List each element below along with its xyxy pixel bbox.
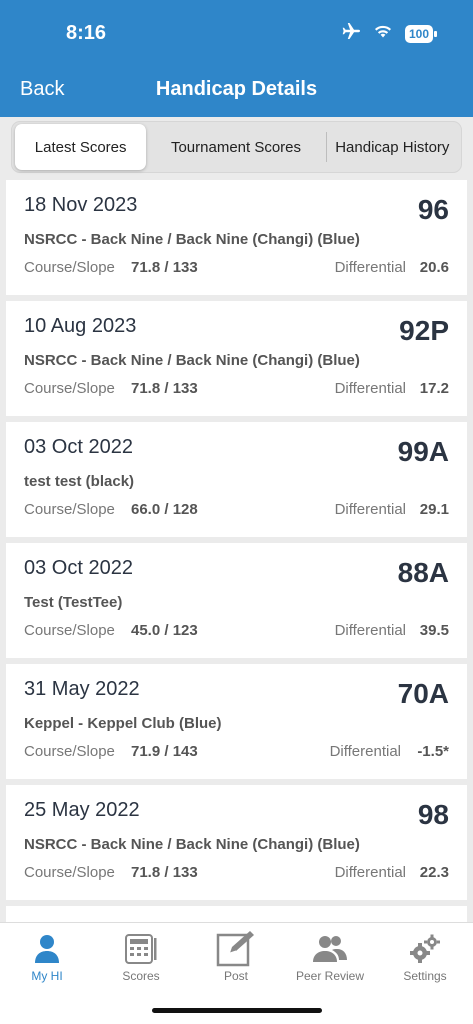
course-slope-label: Course/Slope: [24, 259, 115, 276]
tab-scores[interactable]: Scores: [94, 923, 188, 993]
course-name: NSRCC - Back Nine / Back Nine (Changi) (…: [24, 231, 360, 248]
score-value: 88A: [397, 557, 449, 588]
course-slope-label: Course/Slope: [24, 501, 115, 518]
scorecard-icon: [125, 931, 157, 967]
score-card-partial[interactable]: [6, 906, 467, 922]
person-icon: [34, 931, 60, 967]
tab-post[interactable]: Post: [189, 923, 283, 993]
page-title: Handicap Details: [155, 78, 318, 100]
tab-peer-review[interactable]: Peer Review: [283, 923, 377, 993]
course-slope-label: Course/Slope: [24, 622, 115, 639]
tab-handicap-history[interactable]: Handicap History: [327, 124, 458, 170]
course-slope-label: Course/Slope: [24, 864, 115, 881]
status-icons: 100: [341, 22, 438, 45]
score-date: 03 Oct 2022: [24, 436, 133, 458]
differential-value: 20.6: [419, 259, 449, 276]
score-date: 31 May 2022: [24, 678, 140, 700]
differential-value: 39.5: [419, 622, 449, 639]
tab-label: Peer Review: [295, 969, 365, 983]
course-slope-value: 71.8 / 133: [131, 864, 198, 881]
score-card[interactable]: 03 Oct 2022 88A Test (TestTee) Course/Sl…: [6, 543, 467, 658]
score-value: 99A: [397, 436, 449, 467]
differential-label: Differential: [334, 501, 406, 518]
airplane-icon: [341, 22, 361, 45]
differential-label: Differential: [334, 259, 406, 276]
tab-my-hi[interactable]: My HI: [0, 923, 94, 993]
score-date: 18 Nov 2023: [24, 194, 138, 216]
tab-latest-scores[interactable]: Latest Scores: [15, 124, 147, 170]
header: 8:16 100 Back Handicap Details: [0, 0, 473, 117]
differential-label: Differential: [329, 743, 401, 760]
tab-label: Scores: [122, 969, 160, 983]
differential-label: Differential: [334, 380, 406, 397]
course-name: Test (TestTee): [24, 594, 123, 611]
course-slope-value: 71.9 / 143: [131, 743, 198, 760]
score-type-segmented-control: Latest Scores Tournament Scores Handicap…: [11, 121, 462, 173]
differential-label: Differential: [334, 864, 406, 881]
score-card[interactable]: 10 Aug 2023 92P NSRCC - Back Nine / Back…: [6, 301, 467, 416]
tab-label: Settings: [403, 969, 447, 983]
course-name: NSRCC - Back Nine / Back Nine (Changi) (…: [24, 352, 360, 369]
score-card[interactable]: 31 May 2022 70A Keppel - Keppel Club (Bl…: [6, 664, 467, 779]
course-slope-label: Course/Slope: [24, 743, 115, 760]
home-indicator: [152, 1008, 322, 1013]
score-value: 98: [417, 799, 449, 830]
course-slope-value: 71.8 / 133: [131, 380, 198, 397]
differential-value: -1.5*: [417, 743, 449, 760]
course-slope-value: 66.0 / 128: [131, 501, 198, 518]
score-date: 10 Aug 2023: [24, 315, 137, 337]
gears-icon: [410, 931, 440, 967]
course-slope-value: 71.8 / 133: [131, 259, 198, 276]
tab-label: Post: [223, 969, 248, 983]
tab-settings[interactable]: Settings: [378, 923, 472, 993]
score-date: 25 May 2022: [24, 799, 140, 821]
differential-value: 29.1: [419, 501, 449, 518]
course-name: NSRCC - Back Nine / Back Nine (Changi) (…: [24, 836, 360, 853]
tab-tournament-scores[interactable]: Tournament Scores: [146, 124, 325, 170]
score-card[interactable]: 03 Oct 2022 99A test test (black) Course…: [6, 422, 467, 537]
tab-label: My HI: [31, 969, 63, 983]
differential-value: 22.3: [419, 864, 449, 881]
course-name: test test (black): [24, 473, 135, 490]
score-card[interactable]: 18 Nov 2023 96 NSRCC - Back Nine / Back …: [6, 180, 467, 295]
wifi-icon: [373, 23, 393, 44]
battery-indicator: 100: [404, 24, 438, 43]
score-date: 03 Oct 2022: [24, 557, 133, 579]
score-list[interactable]: 18 Nov 2023 96 NSRCC - Back Nine / Back …: [0, 180, 473, 922]
course-name: Keppel - Keppel Club (Blue): [24, 715, 222, 732]
score-value: 96: [417, 194, 449, 225]
status-time: 8:16: [66, 22, 107, 44]
edit-icon: [216, 931, 256, 967]
differential-label: Differential: [334, 622, 406, 639]
score-value: 92P: [399, 315, 449, 346]
score-value: 70A: [397, 678, 449, 709]
back-button[interactable]: Back: [20, 78, 64, 101]
differential-value: 17.2: [419, 380, 449, 397]
course-slope-label: Course/Slope: [24, 380, 115, 397]
score-card[interactable]: 25 May 2022 98 NSRCC - Back Nine / Back …: [6, 785, 467, 900]
course-slope-value: 45.0 / 123: [131, 622, 198, 639]
group-icon: [312, 931, 348, 967]
